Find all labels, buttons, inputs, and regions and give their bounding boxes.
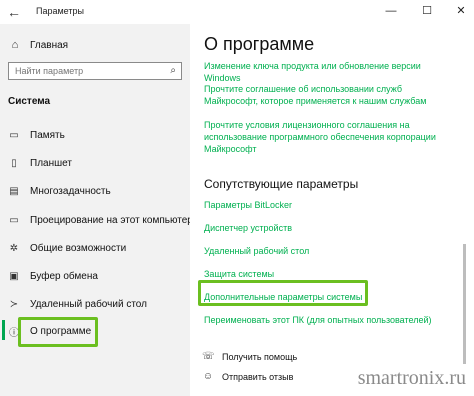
window-title: Параметры bbox=[36, 6, 84, 16]
sidebar-item-projecting[interactable]: ▭ Проецирование на этот компьютер bbox=[8, 213, 193, 227]
minimize-button[interactable]: — bbox=[378, 2, 404, 20]
sidebar-item-label: Главная bbox=[30, 39, 69, 51]
sidebar-item-storage[interactable]: ▭ Память bbox=[8, 128, 65, 142]
projector-icon: ▭ bbox=[9, 214, 19, 226]
send-feedback-link[interactable]: ☺ Отправить отзыв bbox=[202, 371, 294, 382]
services-agreement-link[interactable]: Прочтите соглашение об использовании слу… bbox=[204, 83, 456, 107]
feedback-icon: ☺ bbox=[202, 371, 214, 382]
send-feedback-label: Отправить отзыв bbox=[222, 371, 294, 382]
storage-icon: ▭ bbox=[9, 129, 19, 141]
maximize-button[interactable]: ☐ bbox=[414, 2, 440, 20]
sidebar-item-label: Многозадачность bbox=[30, 185, 111, 197]
main-content: О программе Изменение ключа продукта или… bbox=[190, 24, 474, 396]
remote-desktop-link[interactable]: Удаленный рабочий стол bbox=[204, 245, 456, 257]
search-input[interactable] bbox=[15, 66, 155, 76]
shared-experiences-icon: ✲ bbox=[9, 242, 19, 254]
active-indicator bbox=[2, 320, 5, 340]
rename-pc-link[interactable]: Переименовать этот ПК (для опытных польз… bbox=[204, 314, 456, 326]
highlight-frame-about bbox=[18, 317, 98, 347]
sidebar-item-label: Планшет bbox=[30, 157, 72, 169]
sidebar-item-label: Буфер обмена bbox=[30, 270, 98, 282]
sidebar-item-label: Память bbox=[30, 129, 65, 141]
clipboard-icon: ▣ bbox=[9, 270, 19, 282]
search-icon[interactable]: ⌕ bbox=[170, 65, 176, 76]
get-help-link[interactable]: ☏ Получить помощь bbox=[202, 351, 297, 362]
remote-desktop-icon: ≻ bbox=[9, 298, 19, 310]
change-product-key-link[interactable]: Изменение ключа продукта или обновление … bbox=[204, 60, 456, 84]
sidebar: ⌂ Главная ⌕ Система ▭ Память ▯ Планшет ▤… bbox=[0, 24, 193, 396]
help-chat-icon: ☏ bbox=[202, 351, 215, 362]
sidebar-item-home[interactable]: ⌂ Главная bbox=[8, 38, 68, 52]
bitlocker-settings-link[interactable]: Параметры BitLocker bbox=[204, 199, 456, 211]
sidebar-item-label: Удаленный рабочий стол bbox=[30, 298, 147, 310]
sidebar-item-shared-experiences[interactable]: ✲ Общие возможности bbox=[8, 241, 126, 255]
sidebar-item-label: Проецирование на этот компьютер bbox=[30, 214, 193, 226]
system-protection-link[interactable]: Защита системы bbox=[204, 268, 456, 280]
scrollbar-thumb[interactable] bbox=[463, 244, 466, 364]
search-box[interactable]: ⌕ bbox=[8, 62, 182, 80]
tablet-icon: ▯ bbox=[11, 157, 17, 169]
get-help-label: Получить помощь bbox=[222, 351, 298, 362]
title-bar: ← Параметры — ☐ ✕ bbox=[0, 0, 474, 24]
page-title: О программе bbox=[204, 34, 315, 54]
sidebar-item-label: Общие возможности bbox=[30, 242, 127, 254]
related-settings-heading: Сопутствующие параметры bbox=[204, 177, 359, 191]
sidebar-item-clipboard[interactable]: ▣ Буфер обмена bbox=[8, 269, 98, 283]
watermark-text: smartronix.ru bbox=[357, 367, 466, 389]
sidebar-item-tablet[interactable]: ▯ Планшет bbox=[8, 156, 72, 170]
sidebar-item-remote-desktop[interactable]: ≻ Удаленный рабочий стол bbox=[8, 297, 147, 311]
sidebar-item-multitasking[interactable]: ▤ Многозадачность bbox=[8, 184, 111, 198]
device-manager-link[interactable]: Диспетчер устройств bbox=[204, 222, 456, 234]
multitasking-icon: ▤ bbox=[9, 185, 19, 197]
close-button[interactable]: ✕ bbox=[448, 2, 474, 20]
home-icon: ⌂ bbox=[11, 39, 19, 51]
back-arrow-icon[interactable]: ← bbox=[6, 4, 22, 20]
highlight-frame-advanced bbox=[198, 280, 368, 306]
sidebar-section-title: Система bbox=[8, 96, 51, 107]
license-terms-link[interactable]: Прочтите условия лицензионного соглашени… bbox=[204, 119, 456, 155]
